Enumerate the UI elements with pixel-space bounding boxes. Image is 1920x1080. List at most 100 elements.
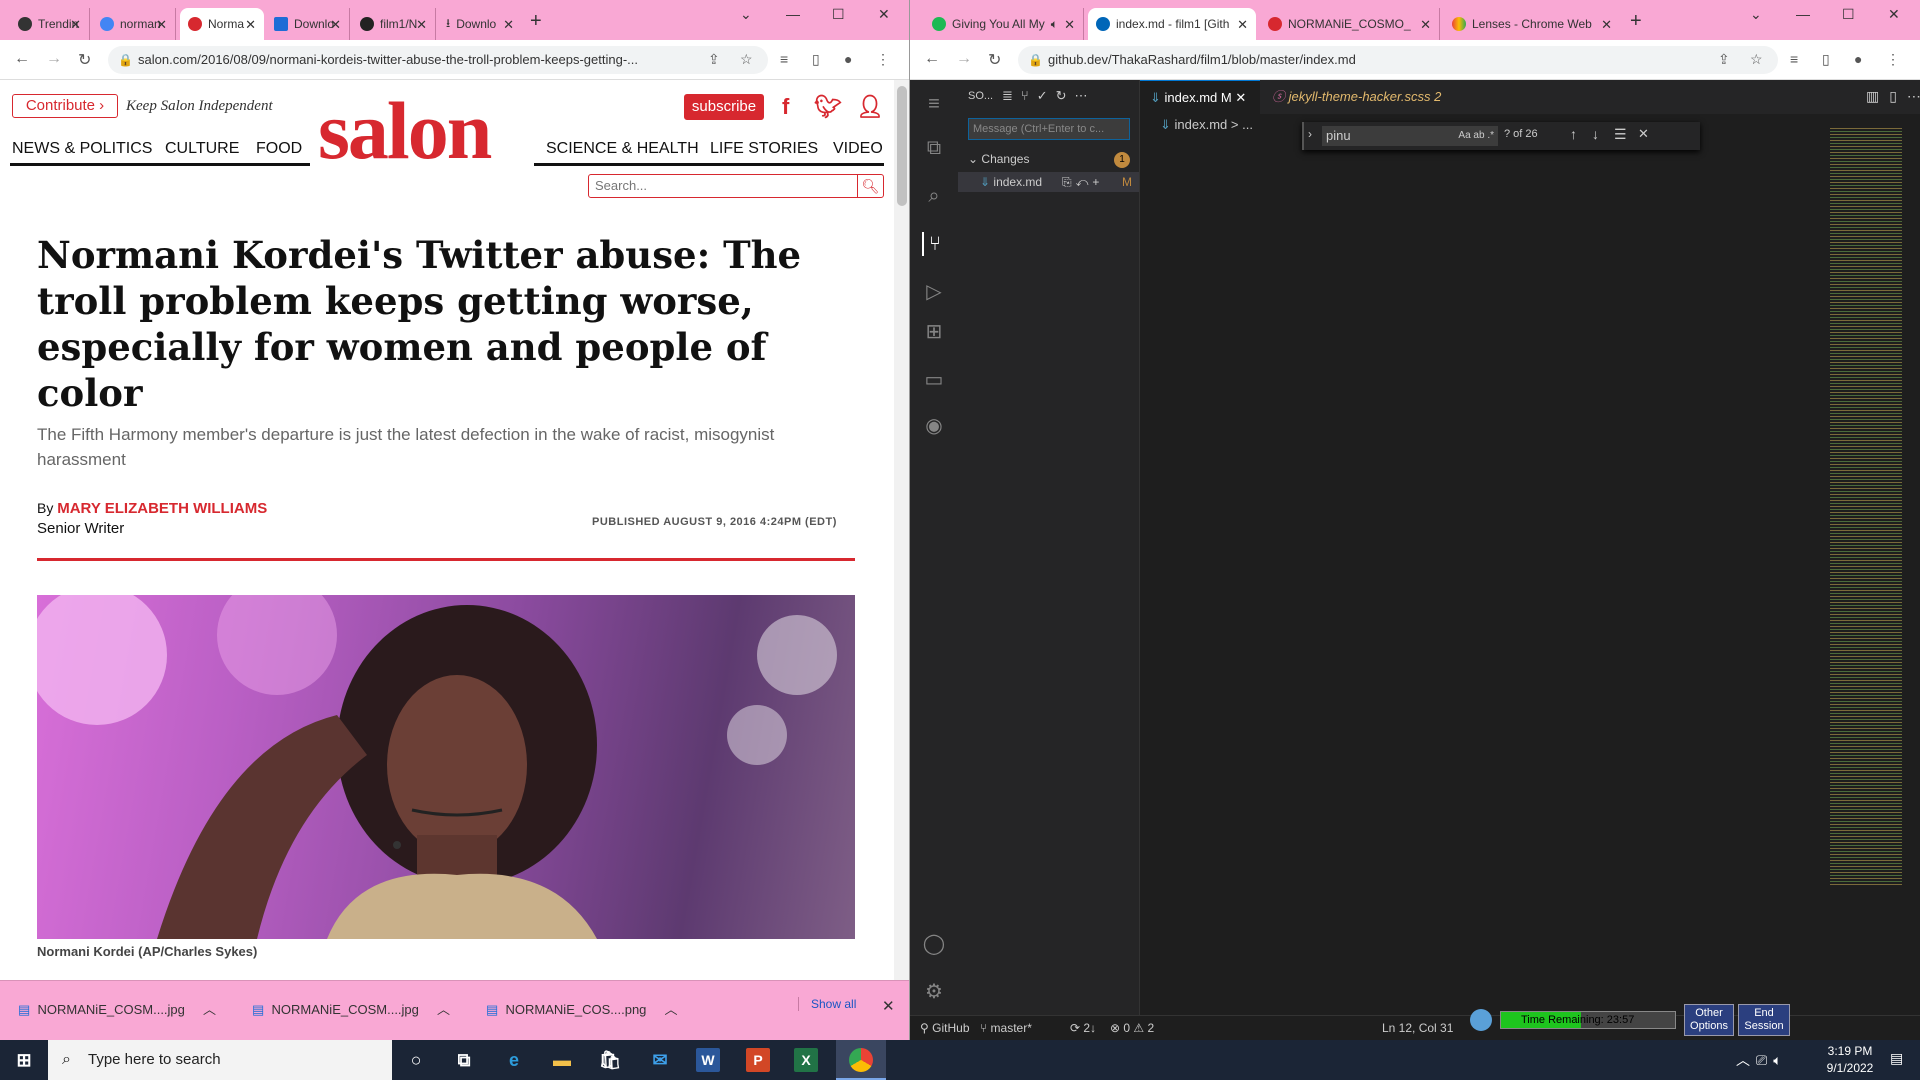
reading-list-icon[interactable]: ≡	[1790, 51, 1798, 67]
gear-icon[interactable]: ⚙	[922, 980, 946, 1004]
extensions-icon[interactable]: ⊞	[922, 320, 946, 344]
url-field[interactable]: 🔒 github.dev/ThakaRashard/film1/blob/mas…	[1018, 46, 1778, 74]
source-control-icon[interactable]: ⑂	[922, 232, 946, 256]
share-icon[interactable]: ⇪	[708, 51, 720, 68]
changes-group[interactable]: ⌄ Changes 1	[968, 152, 1130, 168]
sync-status[interactable]: ⟳ 2↓	[1070, 1016, 1096, 1040]
back-icon[interactable]: ←	[924, 50, 940, 68]
system-tray[interactable]: ︿⎚🔈︎	[1736, 1050, 1788, 1070]
tab-normanie-image[interactable]: NORMANiE_COSMO_ ✕	[1260, 8, 1440, 40]
profile-icon[interactable]: ●	[844, 51, 852, 67]
twitter-icon[interactable]: 🐦︎	[814, 94, 842, 120]
menu-icon[interactable]: ≡	[922, 92, 946, 116]
salon-logo[interactable]: salon	[318, 90, 492, 172]
nav-food[interactable]: FOOD	[256, 132, 302, 166]
side-panel-icon[interactable]: ▯	[1822, 51, 1830, 68]
tab-trending[interactable]: Trendin ✕	[10, 8, 90, 40]
mail-icon[interactable]: ✉	[648, 1048, 672, 1072]
tab-index-md[interactable]: index.md - film1 [Gith ✕	[1088, 8, 1256, 40]
notifications-icon[interactable]: ▤	[1890, 1050, 1903, 1067]
changed-file-row[interactable]: ⇓ index.md ⎘↶+ M	[958, 172, 1139, 192]
sidebar-toolbar[interactable]: ≣⑂✓↻⋯	[1002, 88, 1095, 104]
download-item[interactable]: ▤ NORMANiE_COSM....jpg ︿	[252, 999, 450, 1018]
chevron-up-icon[interactable]: ︿	[437, 1002, 450, 1017]
kebab-menu-icon[interactable]: ⋮	[876, 51, 890, 68]
cortana-icon[interactable]: ○	[404, 1048, 428, 1072]
facebook-icon[interactable]: f	[782, 94, 789, 120]
close-window-button[interactable]: ✕	[1888, 6, 1900, 23]
tab-google[interactable]: norman ✕	[92, 8, 176, 40]
profile-icon[interactable]: ●	[1854, 51, 1862, 67]
run-debug-icon[interactable]: ▷	[922, 280, 946, 304]
find-options-icon[interactable]: Aa ab .*	[1458, 126, 1494, 146]
kebab-menu-icon[interactable]: ⋮	[1886, 51, 1900, 68]
end-session-button[interactable]: End Session	[1738, 1004, 1790, 1036]
github-icon[interactable]: ◉	[922, 414, 946, 438]
close-icon[interactable]: ✕	[1420, 17, 1431, 33]
tab-download-2[interactable]: ⭳ Downlo ✕	[438, 8, 522, 40]
page-scrollbar[interactable]	[894, 80, 909, 980]
reading-list-icon[interactable]: ≡	[780, 51, 788, 67]
other-options-button[interactable]: Other Options	[1684, 1004, 1734, 1036]
minimize-button[interactable]: —	[786, 6, 800, 22]
close-icon[interactable]: ✕	[1638, 126, 1649, 142]
subscribe-button[interactable]: subscribe	[684, 94, 764, 120]
bookmark-star-icon[interactable]: ☆	[740, 51, 753, 68]
maximize-button[interactable]: ☐	[832, 6, 845, 23]
scrollbar-thumb[interactable]	[897, 86, 907, 206]
explorer-icon[interactable]: ⧉	[922, 136, 946, 160]
contribute-button[interactable]: Contribute ›	[12, 94, 118, 118]
speaker-icon[interactable]: 🔈︎	[1051, 17, 1058, 32]
commit-message-input[interactable]: Message (Ctrl+Enter to c...	[968, 118, 1130, 140]
windows-start-icon[interactable]: ⊞	[12, 1048, 36, 1072]
find-in-selection-icon[interactable]: ☰	[1614, 126, 1627, 143]
editor-actions[interactable]: ▥▯⋯	[1866, 88, 1920, 105]
editor-tab-index-md[interactable]: ⇓ index.md M ✕	[1140, 80, 1260, 114]
download-item[interactable]: ▤ NORMANiE_COSM....jpg ︿	[18, 999, 216, 1018]
file-actions[interactable]: ⎘↶+	[1062, 172, 1103, 192]
chevron-up-icon[interactable]: ︿	[203, 1002, 216, 1017]
tab-spotify[interactable]: Giving You All My 🔈︎ ✕	[924, 8, 1084, 40]
tab-github-film1[interactable]: film1/N ✕	[352, 8, 436, 40]
previous-match-icon[interactable]: ↑	[1570, 126, 1577, 142]
close-window-button[interactable]: ✕	[878, 6, 890, 23]
close-icon[interactable]: ✕	[1064, 17, 1075, 33]
close-icon[interactable]: ✕	[503, 17, 514, 33]
user-icon[interactable]: 👤︎	[856, 94, 884, 120]
author-link[interactable]: MARY ELIZABETH WILLIAMS	[57, 500, 267, 517]
reload-icon[interactable]: ↻	[78, 50, 91, 70]
close-icon[interactable]: ✕	[70, 17, 81, 33]
edge-icon[interactable]: e	[502, 1048, 526, 1072]
chevron-up-icon[interactable]: ︿	[664, 1002, 677, 1017]
download-item[interactable]: ▤ NORMANiE_COS....png ︿	[486, 999, 677, 1018]
next-match-icon[interactable]: ↓	[1592, 126, 1599, 142]
excel-icon[interactable]: X	[794, 1048, 818, 1072]
editor-tab-scss[interactable]: ⓢ jekyll-theme-hacker.scss 2	[1262, 80, 1462, 114]
back-icon[interactable]: ←	[14, 50, 30, 68]
search-icon[interactable]: 🔍︎	[857, 175, 883, 197]
account-icon[interactable]: ◯	[922, 932, 946, 956]
remote-explorer-icon[interactable]: ▭	[922, 368, 946, 392]
tab-lenses[interactable]: Lenses - Chrome Web ✕	[1444, 8, 1620, 40]
nav-life-stories[interactable]: LIFE STORIES	[710, 132, 818, 166]
chevron-down-icon[interactable]: ⌄	[1750, 6, 1762, 23]
chevron-right-icon[interactable]: ›	[1308, 127, 1312, 141]
minimize-button[interactable]: —	[1796, 6, 1810, 22]
forward-icon[interactable]: →	[956, 50, 972, 68]
powerpoint-icon[interactable]: P	[746, 1048, 770, 1072]
nav-news-politics[interactable]: NEWS & POLITICS	[12, 132, 152, 166]
branch-status[interactable]: ⑂ master*	[980, 1016, 1032, 1040]
chrome-taskbar-button[interactable]	[836, 1040, 886, 1080]
show-all-button[interactable]: Show all	[798, 997, 856, 1011]
share-icon[interactable]: ⇪	[1718, 51, 1730, 68]
close-icon[interactable]: ✕	[330, 17, 341, 33]
clock[interactable]: 3:19 PM 9/1/2022	[1818, 1044, 1882, 1075]
word-icon[interactable]: W	[696, 1048, 720, 1072]
maximize-button[interactable]: ☐	[1842, 6, 1855, 23]
cursor-position[interactable]: Ln 12, Col 31	[1382, 1016, 1453, 1040]
taskbar-search-input[interactable]: ⌕ Type here to search	[48, 1040, 392, 1080]
find-input[interactable]: pinu Aa ab .*	[1322, 126, 1498, 146]
task-view-icon[interactable]: ⧉	[452, 1048, 476, 1072]
reload-icon[interactable]: ↻	[988, 50, 1001, 70]
side-panel-icon[interactable]: ▯	[812, 51, 820, 68]
